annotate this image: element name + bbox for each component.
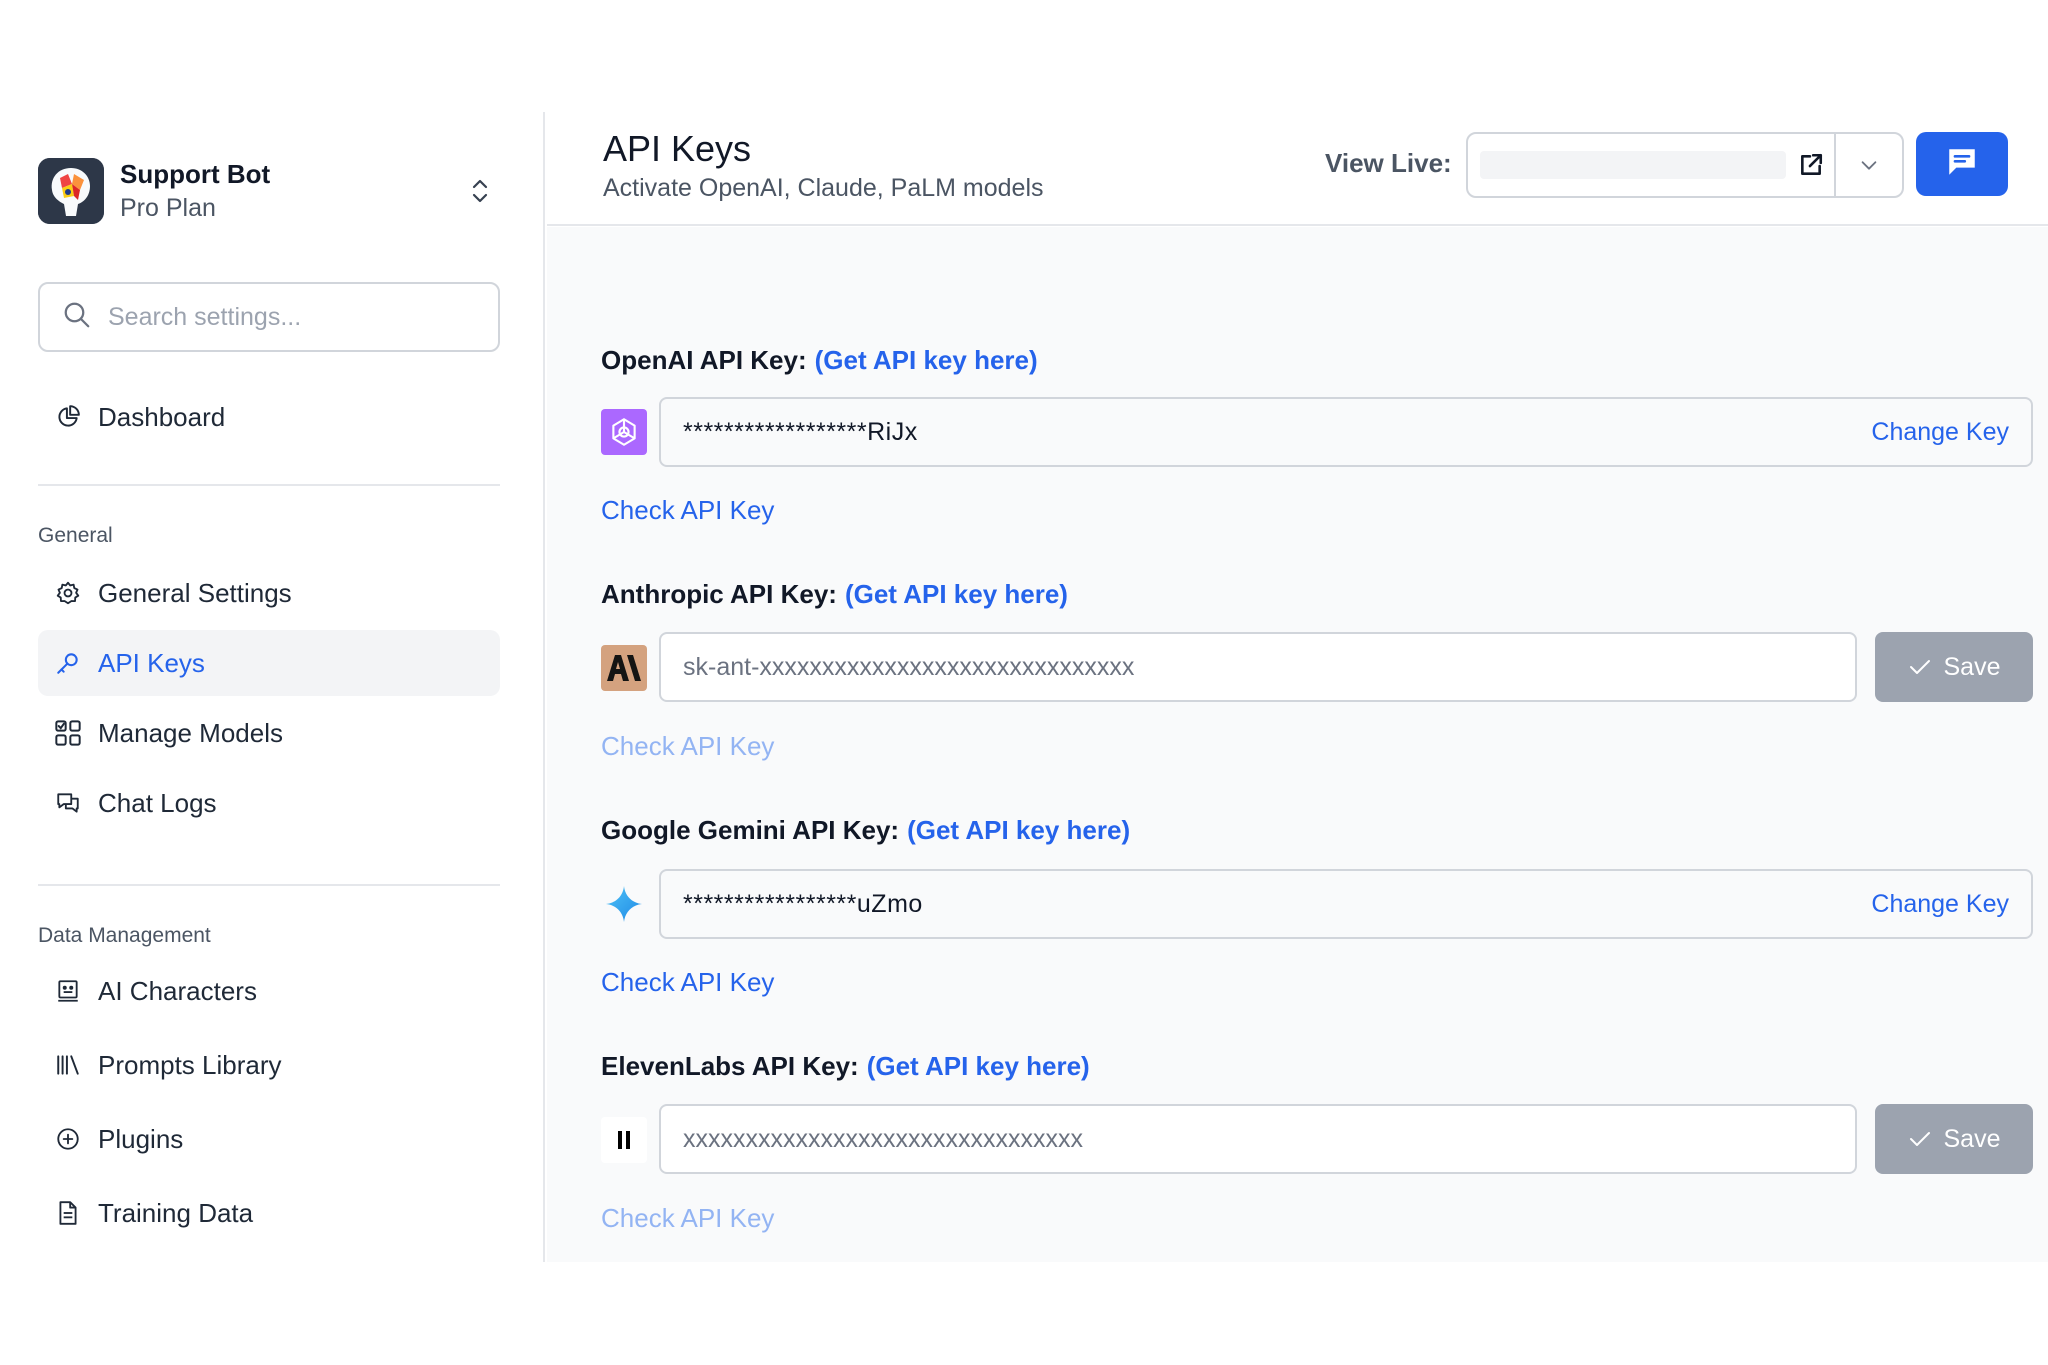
page-title: API Keys [603,128,752,169]
plus-circle-icon [52,1123,84,1155]
openai-get-key-link[interactable]: (Get API key here) [815,345,1038,375]
key-icon [52,647,84,679]
sidebar: Support Bot Pro Plan Dashboard General G… [0,112,545,1262]
search-icon [62,300,92,335]
page-header: API Keys Activate OpenAI, Claude, PaLM m… [547,112,2048,226]
elevenlabs-save-button[interactable]: Save [1875,1104,2033,1174]
elevenlabs-key-label: ElevenLabs API Key: (Get API key here) [601,1051,1090,1081]
sidebar-item-chat-logs[interactable]: Chat Logs [38,770,500,836]
openai-key-value: ******************RiJx [683,417,918,446]
character-card-icon [52,975,84,1007]
anthropic-key-label: Anthropic API Key: (Get API key here) [601,579,1068,609]
sidebar-item-plugins[interactable]: Plugins [38,1106,500,1172]
anthropic-get-key-link[interactable]: (Get API key here) [845,579,1068,609]
pie-chart-icon [52,401,84,433]
chat-bubbles-icon [52,787,84,819]
gemini-check-key-button[interactable]: Check API Key [601,967,774,998]
anthropic-key-field[interactable] [659,632,1857,702]
chat-icon [1945,145,1979,184]
workspace-name: Support Bot [120,159,271,189]
gemini-key-label: Google Gemini API Key: (Get API key here) [601,815,1131,845]
sidebar-item-dashboard[interactable]: Dashboard [38,384,500,450]
section-label-data-management: Data Management [38,924,211,947]
anthropic-icon [601,645,647,691]
openai-key-label: OpenAI API Key: (Get API key here) [601,345,1038,375]
elevenlabs-key-input[interactable] [683,1124,1833,1154]
sidebar-item-api-keys[interactable]: API Keys [38,630,500,696]
sidebar-item-label: AI Characters [98,975,257,1006]
gear-icon [52,577,84,609]
library-icon [52,1049,84,1081]
workspace-switcher[interactable]: Support Bot Pro Plan [38,156,498,226]
anthropic-save-button[interactable]: Save [1875,632,2033,702]
sidebar-item-prompts-library[interactable]: Prompts Library [38,1032,500,1098]
sidebar-item-label: Training Data [98,1197,254,1228]
chat-button[interactable] [1916,132,2008,196]
sidebar-divider [38,484,500,486]
gemini-key-field[interactable]: *****************uZmo Change Key [659,869,2033,939]
openai-icon [601,409,647,455]
elevenlabs-icon [601,1117,647,1163]
openai-change-key-button[interactable]: Change Key [1871,418,2009,447]
gemini-sparkle-icon [601,881,647,927]
view-live-label: View Live: [1325,148,1452,178]
anthropic-key-input[interactable] [683,652,1833,682]
view-live-select[interactable] [1466,132,1904,198]
sidebar-divider [38,884,500,886]
sidebar-item-general-settings[interactable]: General Settings [38,560,500,626]
elevenlabs-get-key-link[interactable]: (Get API key here) [867,1051,1090,1081]
check-icon [1908,1127,1932,1151]
chevron-up-down-icon[interactable] [462,173,498,209]
openai-check-key-button[interactable]: Check API Key [601,495,774,526]
gemini-get-key-link[interactable]: (Get API key here) [907,815,1130,845]
sidebar-item-training-data[interactable]: Training Data [38,1180,500,1246]
section-label-general: General [38,524,113,547]
external-link-icon[interactable] [1794,152,1828,178]
workspace-plan: Pro Plan [120,194,216,222]
sidebar-item-label: General Settings [98,577,292,608]
chevron-down-icon[interactable] [1836,134,1902,196]
elevenlabs-key-field[interactable] [659,1104,1857,1174]
document-icon [52,1197,84,1229]
sidebar-item-label: Chat Logs [98,787,217,818]
sidebar-item-label: Plugins [98,1123,184,1154]
sidebar-item-label: API Keys [98,647,205,678]
grid-check-icon [52,717,84,749]
openai-key-field[interactable]: ******************RiJx Change Key [659,397,2033,467]
sidebar-item-ai-characters[interactable]: AI Characters [38,958,500,1024]
api-keys-panel: OpenAI API Key: (Get API key here) ******… [547,227,2048,1262]
sidebar-item-label: Prompts Library [98,1049,282,1080]
sidebar-item-manage-models[interactable]: Manage Models [38,700,500,766]
gemini-change-key-button[interactable]: Change Key [1871,890,2009,919]
search-field[interactable] [38,282,500,352]
sidebar-item-label: Manage Models [98,717,283,748]
workspace-logo [38,158,104,224]
sidebar-item-label: Dashboard [98,401,226,432]
elevenlabs-check-key-button[interactable]: Check API Key [601,1203,774,1234]
view-live-url[interactable] [1480,151,1786,179]
search-input[interactable] [108,302,468,332]
page-subtitle: Activate OpenAI, Claude, PaLM models [603,174,1044,202]
check-icon [1908,655,1932,679]
anthropic-check-key-button[interactable]: Check API Key [601,731,774,762]
gemini-key-value: *****************uZmo [683,889,923,918]
